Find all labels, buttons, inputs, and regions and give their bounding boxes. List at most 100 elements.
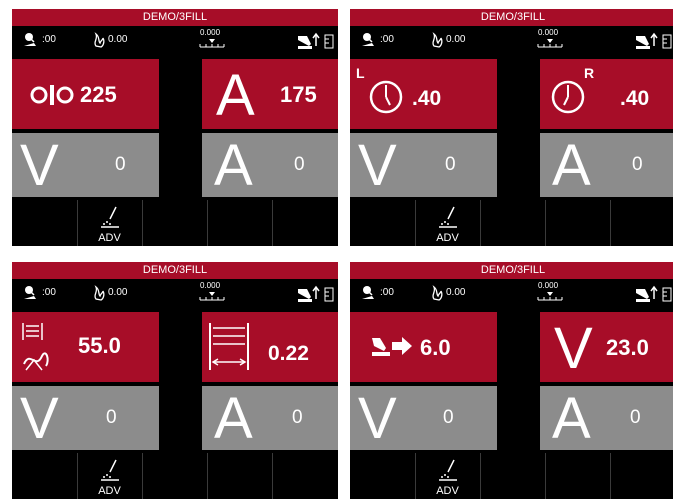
amps-letter: A — [214, 386, 253, 451]
softkey-adv[interactable]: ADV — [77, 200, 143, 246]
softkey-4[interactable] — [207, 200, 273, 246]
status-bar: :00 0.00 0.000 — [350, 26, 673, 54]
timer-value: :00 — [380, 34, 394, 45]
gun-trigger-icon — [295, 279, 335, 307]
amps-letter: A — [552, 386, 591, 451]
amps-actual-value: 0 — [630, 407, 641, 428]
timer-icon — [360, 26, 376, 54]
volts-letter: V — [358, 386, 397, 451]
start-time-value: .40 — [412, 87, 442, 110]
softkey-3[interactable] — [480, 200, 546, 246]
stop-time-value: .40 — [620, 87, 650, 110]
volts-letter: V — [358, 133, 397, 198]
softkey-bar: ADV — [12, 200, 338, 246]
screen-title: DEMO/3FILL — [350, 262, 673, 279]
scale-icon: 0.000 — [533, 279, 567, 307]
adv-procedure-icon — [98, 458, 122, 482]
amps-actual-value: 0 — [632, 154, 643, 175]
status-bar: :00 0.00 0.000 — [350, 279, 673, 307]
softkey-5[interactable] — [272, 453, 338, 499]
timer-icon — [22, 26, 38, 54]
volts-setpoint-tile[interactable]: V 23.0 — [540, 312, 673, 382]
softkey-3[interactable] — [480, 453, 546, 499]
start-timer-label: L — [356, 65, 365, 81]
timer-value: :00 — [42, 34, 56, 45]
gun-trigger-icon — [633, 26, 673, 54]
start-time-tile[interactable]: L .40 — [350, 59, 497, 129]
scale-icon: 0.000 — [195, 26, 229, 54]
softkey-1[interactable] — [350, 453, 416, 499]
amps-setpoint-value: 175 — [280, 82, 317, 107]
softkey-1[interactable] — [12, 453, 78, 499]
heat-icon — [430, 26, 444, 54]
volts-actual-tile: V 0 — [12, 386, 159, 450]
adv-procedure-icon — [436, 458, 460, 482]
softkey-adv[interactable]: ADV — [415, 453, 481, 499]
softkey-4[interactable] — [545, 200, 611, 246]
volts-actual-tile: V 0 — [350, 133, 497, 197]
softkey-adv[interactable]: ADV — [77, 453, 143, 499]
heat-value: 0.00 — [108, 34, 128, 45]
volts-actual-tile: V 0 — [12, 133, 159, 197]
adv-label: ADV — [436, 485, 459, 497]
volts-setpoint-value: 23.0 — [606, 335, 649, 360]
adv-procedure-icon — [436, 205, 460, 229]
scale-icon: 0.000 — [533, 26, 567, 54]
amps-actual-tile: A 0 — [540, 133, 673, 197]
travel-speed-tile[interactable]: 6.0 — [350, 312, 497, 382]
softkey-3[interactable] — [142, 200, 208, 246]
softkey-5[interactable] — [610, 453, 673, 499]
volts-actual-tile: V 0 — [350, 386, 497, 450]
timer-value: :00 — [380, 287, 394, 298]
volts-letter: V — [20, 133, 59, 198]
softkey-bar: ADV — [350, 453, 673, 499]
softkey-bar: ADV — [350, 200, 673, 246]
weave-width-tile[interactable]: 0.22 — [202, 312, 338, 382]
amps-actual-tile: A 0 — [202, 386, 338, 450]
scale-icon: 0.000 — [195, 279, 229, 307]
adv-procedure-icon — [98, 205, 122, 229]
adv-label: ADV — [98, 485, 121, 497]
volts-actual-value: 0 — [115, 154, 126, 175]
start-timer-icon — [362, 71, 408, 117]
weld-screen-panel-4: DEMO/3FILL :00 0.00 0.000 6.0 V 23.0 V 0… — [350, 262, 673, 499]
volts-actual-value: 0 — [106, 407, 117, 428]
gun-trigger-icon — [295, 26, 335, 54]
heat-value: 0.00 — [446, 287, 466, 298]
softkey-1[interactable] — [12, 200, 78, 246]
softkey-4[interactable] — [545, 453, 611, 499]
oscillation-width-icon — [20, 320, 54, 374]
travel-speed-value: 6.0 — [420, 335, 451, 360]
wire-feed-speed-tile[interactable]: 225 — [12, 59, 159, 129]
softkey-3[interactable] — [142, 453, 208, 499]
softkey-adv[interactable]: ADV — [415, 200, 481, 246]
softkey-bar: ADV — [12, 453, 338, 499]
stop-timer-label: R — [584, 65, 595, 81]
volts-actual-value: 0 — [443, 407, 454, 428]
amps-letter: A — [214, 133, 253, 198]
amps-setpoint-tile[interactable]: A 175 — [202, 59, 338, 129]
softkey-5[interactable] — [272, 200, 338, 246]
softkey-4[interactable] — [207, 453, 273, 499]
oscillation-tile[interactable]: 55.0 — [12, 312, 159, 382]
softkey-1[interactable] — [350, 200, 416, 246]
amps-actual-tile: A 0 — [202, 133, 338, 197]
timer-icon — [360, 279, 376, 307]
weave-width-value: 0.22 — [268, 342, 309, 365]
heat-icon — [92, 279, 106, 307]
amps-actual-tile: A 0 — [540, 386, 673, 450]
weld-screen-panel-3: DEMO/3FILL :00 0.00 0.000 55.0 0.22 V 0 — [12, 262, 338, 499]
status-bar: :00 0.00 0.000 — [12, 279, 338, 307]
softkey-5[interactable] — [610, 200, 673, 246]
adv-label: ADV — [98, 232, 121, 244]
gun-trigger-icon — [633, 279, 673, 307]
screen-title: DEMO/3FILL — [12, 9, 338, 26]
adv-label: ADV — [436, 232, 459, 244]
weld-screen-panel-1: DEMO/3FILL :00 0.00 0.000 225 A 175 V 0 … — [12, 9, 338, 246]
status-bar: :00 0.00 0.000 — [12, 26, 338, 54]
amps-letter: A — [552, 133, 591, 198]
stop-time-tile[interactable]: R .40 — [540, 59, 673, 129]
amps-letter: A — [216, 63, 255, 128]
timer-value: :00 — [42, 287, 56, 298]
screen-title: DEMO/3FILL — [12, 262, 338, 279]
